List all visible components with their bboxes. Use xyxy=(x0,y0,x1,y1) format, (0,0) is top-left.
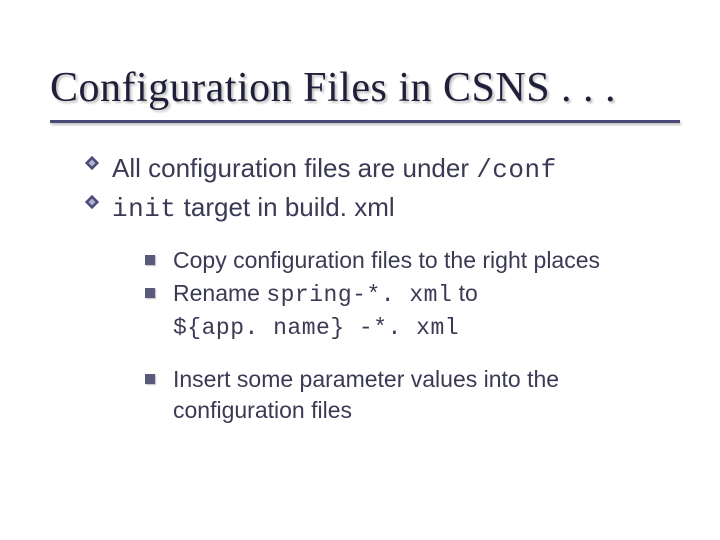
list-item: init target in build. xml xyxy=(84,190,680,227)
list-item: All configuration files are under /conf xyxy=(84,151,680,188)
title-underline xyxy=(50,120,680,123)
list-item: Copy configuration files to the right pl… xyxy=(145,245,680,276)
list-item: Rename spring-*. xml to ${app. name} -*.… xyxy=(145,278,680,344)
text: to xyxy=(452,280,478,306)
text: Copy configuration files to the right pl… xyxy=(173,247,600,273)
code: /conf xyxy=(476,155,557,185)
text: Insert some parameter values into the co… xyxy=(173,366,559,423)
text: Rename xyxy=(173,280,266,306)
diamond-bullet-icon xyxy=(84,194,100,210)
text: target in build. xml xyxy=(176,192,394,222)
slide-title: Configuration Files in CSNS . . . xyxy=(50,64,680,112)
slide: Configuration Files in CSNS . . . All co… xyxy=(0,0,720,540)
bullet-list-level-1: All configuration files are under /conf … xyxy=(84,151,680,227)
square-bullet-icon xyxy=(145,288,155,298)
diamond-bullet-icon xyxy=(84,155,100,171)
code: init xyxy=(112,194,176,224)
text: All configuration files are under xyxy=(112,153,476,183)
square-bullet-icon xyxy=(145,374,155,384)
square-bullet-icon xyxy=(145,255,155,265)
list-item: Insert some parameter values into the co… xyxy=(145,364,680,426)
code: ${app. name} -*. xml xyxy=(173,315,459,341)
code: spring-*. xml xyxy=(266,282,452,308)
bullet-list-level-2: Copy configuration files to the right pl… xyxy=(145,245,680,426)
